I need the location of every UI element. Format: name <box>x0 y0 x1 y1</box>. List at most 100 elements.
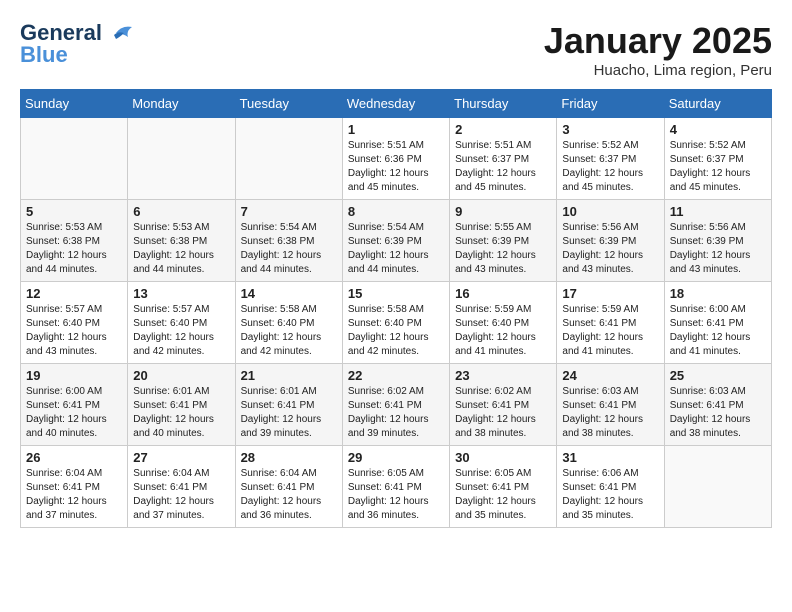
calendar-cell <box>664 446 771 528</box>
day-info: Sunrise: 5:58 AMSunset: 6:40 PMDaylight:… <box>348 303 444 359</box>
calendar-cell: 31 Sunrise: 6:06 AMSunset: 6:41 PMDayligh… <box>557 446 664 528</box>
day-info: Sunrise: 5:57 AMSunset: 6:40 PMDaylight:… <box>26 303 122 359</box>
day-number: 23 <box>455 368 551 383</box>
day-number: 5 <box>26 204 122 219</box>
calendar-cell: 6 Sunrise: 5:53 AMSunset: 6:38 PMDaylight… <box>128 200 235 282</box>
calendar-cell: 27Sunrise: 6:04 AMSunset: 6:41 PMDayligh… <box>128 446 235 528</box>
day-info: Sunrise: 6:00 AMSunset: 6:41 PMDaylight:… <box>670 303 766 359</box>
calendar-cell: 9 Sunrise: 5:55 AMSunset: 6:39 PMDaylight… <box>450 200 557 282</box>
day-number: 4 <box>670 122 766 137</box>
day-info: Sunrise: 5:54 AMSunset: 6:39 PMDaylight:… <box>348 221 444 277</box>
calendar-table: SundayMondayTuesdayWednesdayThursdayFrid… <box>20 89 772 528</box>
day-info: Sunrise: 5:55 AMSunset: 6:39 PMDaylight:… <box>455 221 551 277</box>
day-info: Sunrise: 6:02 AMSunset: 6:41 PMDaylight:… <box>455 385 551 441</box>
calendar-cell: 10 Sunrise: 5:56 AMSunset: 6:39 PMDayligh… <box>557 200 664 282</box>
title-block: January 2025 Huacho, Lima region, Peru <box>544 20 772 79</box>
day-info: Sunrise: 5:51 AMSunset: 6:37 PMDaylight:… <box>455 139 551 195</box>
day-number: 21 <box>241 368 337 383</box>
day-info: Sunrise: 6:04 AMSunset: 6:41 PMDaylight:… <box>133 467 229 523</box>
day-number: 12 <box>26 286 122 301</box>
day-info: Sunrise: 5:52 AMSunset: 6:37 PMDaylight:… <box>562 139 658 195</box>
day-info: Sunrise: 5:53 AMSunset: 6:38 PMDaylight:… <box>133 221 229 277</box>
day-info: Sunrise: 6:02 AMSunset: 6:41 PMDaylight:… <box>348 385 444 441</box>
day-number: 15 <box>348 286 444 301</box>
day-number: 18 <box>670 286 766 301</box>
day-info: Sunrise: 5:57 AMSunset: 6:40 PMDaylight:… <box>133 303 229 359</box>
day-number: 8 <box>348 204 444 219</box>
weekday-header-wednesday: Wednesday <box>342 90 449 118</box>
day-number: 22 <box>348 368 444 383</box>
day-info: Sunrise: 5:59 AMSunset: 6:40 PMDaylight:… <box>455 303 551 359</box>
calendar-cell: 26Sunrise: 6:04 AMSunset: 6:41 PMDayligh… <box>21 446 128 528</box>
calendar-cell: 5Sunrise: 5:53 AMSunset: 6:38 PMDaylight… <box>21 200 128 282</box>
calendar-cell: 7 Sunrise: 5:54 AMSunset: 6:38 PMDaylight… <box>235 200 342 282</box>
weekday-header-row: SundayMondayTuesdayWednesdayThursdayFrid… <box>21 90 772 118</box>
day-number: 13 <box>133 286 229 301</box>
calendar-subtitle: Huacho, Lima region, Peru <box>544 62 772 79</box>
week-row-1: 1 Sunrise: 5:51 AMSunset: 6:36 PMDaylight… <box>21 118 772 200</box>
day-number: 20 <box>133 368 229 383</box>
weekday-header-monday: Monday <box>128 90 235 118</box>
day-number: 10 <box>562 204 658 219</box>
day-info: Sunrise: 5:54 AMSunset: 6:38 PMDaylight:… <box>241 221 337 277</box>
calendar-cell: 28Sunrise: 6:04 AMSunset: 6:41 PMDayligh… <box>235 446 342 528</box>
weekday-header-friday: Friday <box>557 90 664 118</box>
day-number: 29 <box>348 450 444 465</box>
day-info: Sunrise: 6:04 AMSunset: 6:41 PMDaylight:… <box>26 467 122 523</box>
calendar-cell: 18 Sunrise: 6:00 AMSunset: 6:41 PMDayligh… <box>664 282 771 364</box>
calendar-cell: 13 Sunrise: 5:57 AMSunset: 6:40 PMDayligh… <box>128 282 235 364</box>
weekday-header-saturday: Saturday <box>664 90 771 118</box>
day-info: Sunrise: 6:03 AMSunset: 6:41 PMDaylight:… <box>562 385 658 441</box>
calendar-cell: 1 Sunrise: 5:51 AMSunset: 6:36 PMDaylight… <box>342 118 449 200</box>
day-info: Sunrise: 6:01 AMSunset: 6:41 PMDaylight:… <box>241 385 337 441</box>
day-number: 16 <box>455 286 551 301</box>
calendar-title: January 2025 <box>544 20 772 62</box>
day-number: 9 <box>455 204 551 219</box>
day-info: Sunrise: 5:52 AMSunset: 6:37 PMDaylight:… <box>670 139 766 195</box>
weekday-header-tuesday: Tuesday <box>235 90 342 118</box>
day-info: Sunrise: 5:59 AMSunset: 6:41 PMDaylight:… <box>562 303 658 359</box>
calendar-cell: 8 Sunrise: 5:54 AMSunset: 6:39 PMDaylight… <box>342 200 449 282</box>
day-number: 7 <box>241 204 337 219</box>
day-number: 6 <box>133 204 229 219</box>
calendar-cell: 12 Sunrise: 5:57 AMSunset: 6:40 PMDayligh… <box>21 282 128 364</box>
day-info: Sunrise: 6:04 AMSunset: 6:41 PMDaylight:… <box>241 467 337 523</box>
day-number: 1 <box>348 122 444 137</box>
day-info: Sunrise: 6:03 AMSunset: 6:41 PMDaylight:… <box>670 385 766 441</box>
day-number: 19 <box>26 368 122 383</box>
day-info: Sunrise: 5:56 AMSunset: 6:39 PMDaylight:… <box>562 221 658 277</box>
day-number: 2 <box>455 122 551 137</box>
calendar-cell: 29 Sunrise: 6:05 AMSunset: 6:41 PMDayligh… <box>342 446 449 528</box>
calendar-cell <box>128 118 235 200</box>
calendar-cell: 24 Sunrise: 6:03 AMSunset: 6:41 PMDayligh… <box>557 364 664 446</box>
calendar-cell: 14Sunrise: 5:58 AMSunset: 6:40 PMDayligh… <box>235 282 342 364</box>
calendar-cell: 11 Sunrise: 5:56 AMSunset: 6:39 PMDayligh… <box>664 200 771 282</box>
day-number: 3 <box>562 122 658 137</box>
logo-text-blue: Blue <box>20 42 68 68</box>
calendar-cell: 4 Sunrise: 5:52 AMSunset: 6:37 PMDaylight… <box>664 118 771 200</box>
calendar-cell: 3 Sunrise: 5:52 AMSunset: 6:37 PMDaylight… <box>557 118 664 200</box>
calendar-cell: 20 Sunrise: 6:01 AMSunset: 6:41 PMDayligh… <box>128 364 235 446</box>
logo: General Blue <box>20 20 134 68</box>
calendar-cell: 22 Sunrise: 6:02 AMSunset: 6:41 PMDayligh… <box>342 364 449 446</box>
week-row-5: 26Sunrise: 6:04 AMSunset: 6:41 PMDayligh… <box>21 446 772 528</box>
calendar-cell <box>235 118 342 200</box>
day-info: Sunrise: 5:56 AMSunset: 6:39 PMDaylight:… <box>670 221 766 277</box>
calendar-cell: 16 Sunrise: 5:59 AMSunset: 6:40 PMDayligh… <box>450 282 557 364</box>
day-info: Sunrise: 5:58 AMSunset: 6:40 PMDaylight:… <box>241 303 337 359</box>
page-header: General Blue January 2025 Huacho, Lima r… <box>20 20 772 79</box>
week-row-2: 5 Sunrise: 5:53 AMSunset: 6:38 PMDaylight… <box>21 200 772 282</box>
day-number: 31 <box>562 450 658 465</box>
calendar-cell: 23 Sunrise: 6:02 AMSunset: 6:41 PMDayligh… <box>450 364 557 446</box>
day-number: 24 <box>562 368 658 383</box>
day-info: Sunrise: 6:01 AMSunset: 6:41 PMDaylight:… <box>133 385 229 441</box>
day-number: 11 <box>670 204 766 219</box>
week-row-3: 12 Sunrise: 5:57 AMSunset: 6:40 PMDayligh… <box>21 282 772 364</box>
day-info: Sunrise: 6:06 AMSunset: 6:41 PMDaylight:… <box>562 467 658 523</box>
day-info: Sunrise: 5:51 AMSunset: 6:36 PMDaylight:… <box>348 139 444 195</box>
calendar-cell: 17Sunrise: 5:59 AMSunset: 6:41 PMDayligh… <box>557 282 664 364</box>
week-row-4: 19Sunrise: 6:00 AMSunset: 6:41 PMDayligh… <box>21 364 772 446</box>
calendar-cell: 21 Sunrise: 6:01 AMSunset: 6:41 PMDayligh… <box>235 364 342 446</box>
day-info: Sunrise: 6:05 AMSunset: 6:41 PMDaylight:… <box>348 467 444 523</box>
day-info: Sunrise: 6:05 AMSunset: 6:41 PMDaylight:… <box>455 467 551 523</box>
